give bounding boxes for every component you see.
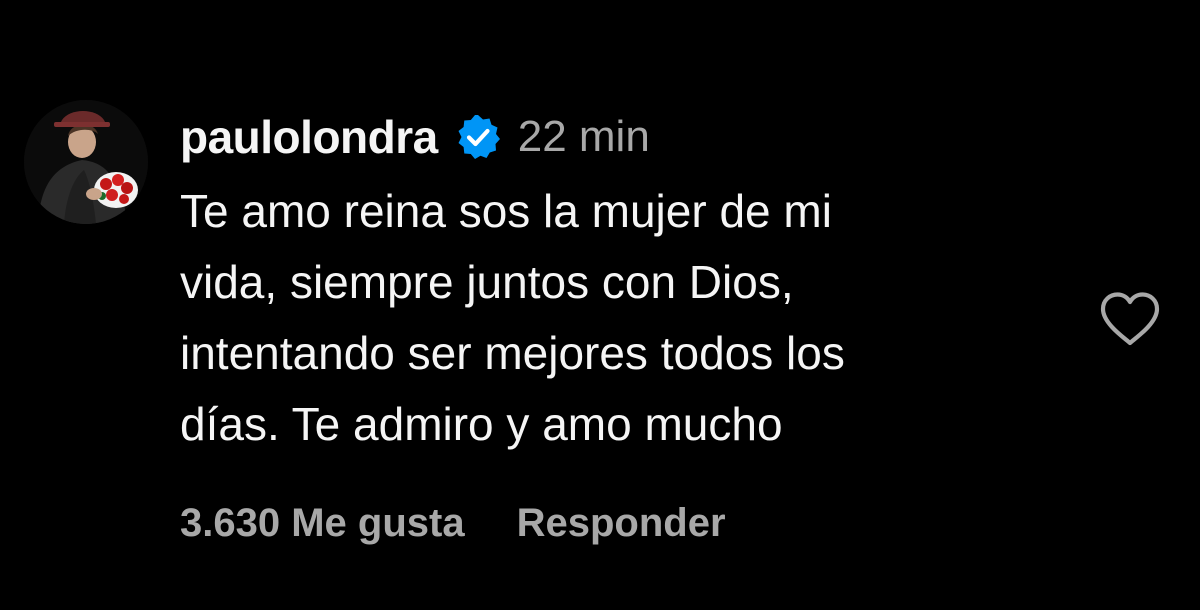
comment-body: paulolondra 22 min Te amo reina sos la m…	[180, 108, 1060, 460]
avatar-photo	[24, 100, 148, 224]
comment-actions: 3.630 Me gusta Responder	[180, 498, 726, 548]
comment-item: paulolondra 22 min Te amo reina sos la m…	[0, 0, 1200, 610]
likes-count-link[interactable]: 3.630 Me gusta	[180, 501, 465, 546]
reply-button[interactable]: Responder	[517, 501, 726, 546]
verified-badge-icon	[454, 113, 502, 161]
heart-outline-icon	[1100, 292, 1160, 346]
avatar[interactable]	[24, 100, 148, 224]
comment-text: Te amo reina sos la mujer de mi vida, si…	[180, 185, 845, 450]
comment-header: paulolondra 22 min	[180, 108, 1060, 166]
comment-timestamp[interactable]: 22 min	[518, 112, 650, 162]
like-button[interactable]	[1094, 286, 1166, 352]
username-link[interactable]: paulolondra	[180, 110, 438, 164]
